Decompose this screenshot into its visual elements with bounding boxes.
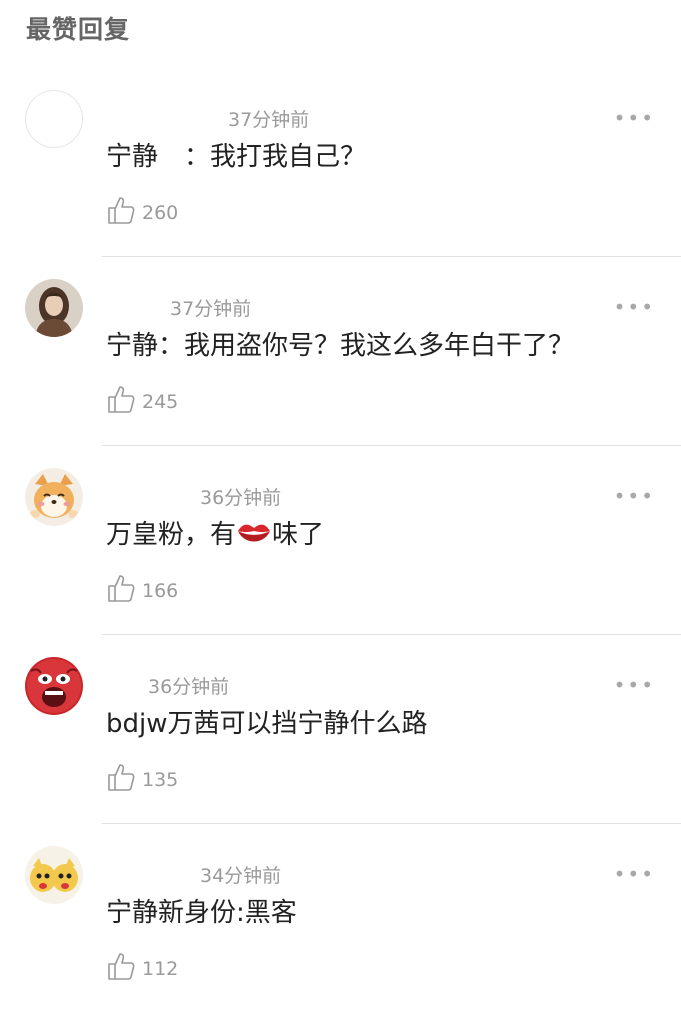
like-button[interactable]: 135 xyxy=(106,762,178,792)
comment-time: 34分钟前 xyxy=(200,865,282,887)
comment-text: 宁静 ：我打我自己？ xyxy=(106,136,366,173)
thumbs-up-icon xyxy=(106,573,136,603)
comment-text-part: 宁静：我用盗你号？我这么多年白干了？ xyxy=(106,331,575,361)
username-hidden[interactable] xyxy=(106,285,166,315)
lips-emoji-icon xyxy=(236,519,272,554)
comment-item: 37分钟前 ••• 宁静：我用盗你号？我这么多年白干了？ 245 xyxy=(0,257,681,446)
comment-text: bdjw万茜可以挡宁静什么路 xyxy=(106,703,428,740)
section-title: 最赞回复 xyxy=(26,15,131,44)
avatar[interactable] xyxy=(25,846,83,904)
like-button[interactable]: 112 xyxy=(106,951,178,981)
like-button[interactable]: 166 xyxy=(106,573,178,603)
comment-time: 36分钟前 xyxy=(200,487,282,509)
comment-text-part: 万皇粉，有 xyxy=(106,520,237,550)
like-button[interactable]: 245 xyxy=(106,384,178,414)
username-hidden[interactable] xyxy=(106,852,166,882)
avatar[interactable] xyxy=(25,90,83,148)
like-count: 260 xyxy=(142,202,179,224)
comment-text-part: 宁静 ：我打我自己？ xyxy=(106,142,367,172)
comment-item: 36分钟前 ••• bdjw万茜可以挡宁静什么路 135 xyxy=(0,635,681,824)
thumbs-up-icon xyxy=(106,195,136,225)
comment-time: 37分钟前 xyxy=(228,109,310,131)
avatar[interactable] xyxy=(25,279,83,337)
thumbs-up-icon xyxy=(106,762,136,792)
avatar[interactable] xyxy=(25,657,83,715)
like-button[interactable]: 260 xyxy=(106,195,178,225)
avatar[interactable] xyxy=(25,468,83,526)
thumbs-up-icon xyxy=(106,951,136,981)
more-options-icon[interactable]: ••• xyxy=(614,862,655,886)
like-count: 245 xyxy=(142,391,179,413)
comment-time: 37分钟前 xyxy=(170,298,252,320)
comment-text: 万皇粉，有 味了 xyxy=(106,514,324,554)
more-options-icon[interactable]: ••• xyxy=(614,106,655,130)
more-options-icon[interactable]: ••• xyxy=(614,484,655,508)
comment-time: 36分钟前 xyxy=(148,676,230,698)
comment-text-part: bdjw万茜可以挡宁静什么路 xyxy=(106,709,428,739)
thumbs-up-icon xyxy=(106,384,136,414)
more-options-icon[interactable]: ••• xyxy=(614,295,655,319)
comment-text-part: 宁静新身份:黑客 xyxy=(106,898,297,928)
like-count: 112 xyxy=(142,958,179,980)
comment-text: 宁静：我用盗你号？我这么多年白干了？ xyxy=(106,325,574,362)
username-hidden[interactable] xyxy=(106,96,166,126)
comment-text-part: 味了 xyxy=(272,520,325,550)
comment-item: 34分钟前 ••• 宁静新身份:黑客 112 xyxy=(0,824,681,1013)
like-count: 135 xyxy=(142,769,179,791)
more-options-icon[interactable]: ••• xyxy=(614,673,655,697)
comment-item: 37分钟前 ••• 宁静 ：我打我自己？ 260 xyxy=(0,68,681,257)
like-count: 166 xyxy=(142,580,179,602)
comment-item: 36分钟前 ••• 万皇粉，有 味了 166 xyxy=(0,446,681,635)
comment-text: 宁静新身份:黑客 xyxy=(106,892,297,929)
username-hidden[interactable] xyxy=(106,474,166,504)
